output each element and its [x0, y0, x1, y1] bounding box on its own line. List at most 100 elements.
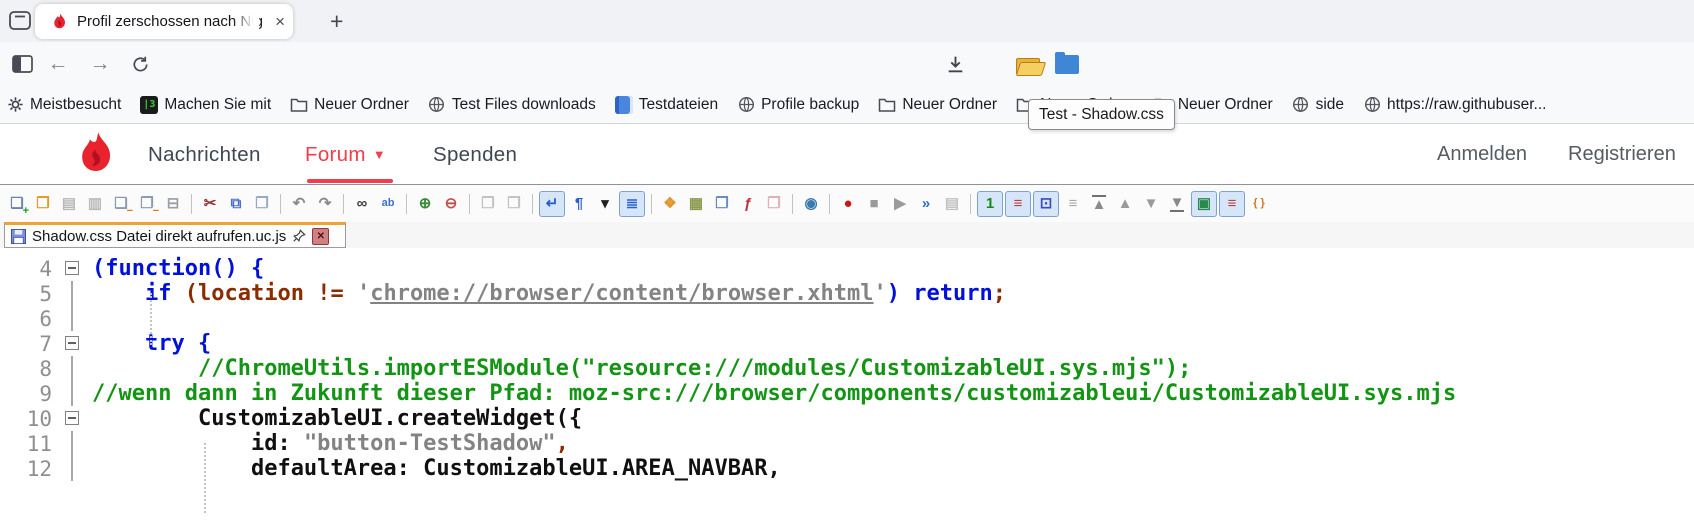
- word-wrap-icon[interactable]: ↵: [539, 191, 565, 217]
- code-token: [92, 356, 198, 381]
- bookmark-all-icon[interactable]: ⊡: [1033, 191, 1059, 217]
- back-icon[interactable]: ←: [44, 42, 72, 86]
- macro-save-icon[interactable]: ▤: [940, 192, 964, 216]
- new-file-icon[interactable]: ❏+: [5, 192, 29, 216]
- doc-switcher-icon[interactable]: ❖: [658, 192, 682, 216]
- code-line[interactable]: 12 defaultArea: CustomizableUI.AREA_NAVB…: [0, 456, 1694, 481]
- code-token: [185, 331, 198, 356]
- json-viewer-icon[interactable]: { }: [1247, 192, 1271, 216]
- replace-icon[interactable]: ab: [376, 192, 400, 216]
- code-editor[interactable]: 4(function() {5 if (location != 'chrome:…: [0, 248, 1694, 521]
- restore-layout-icon[interactable]: ❐: [476, 192, 500, 216]
- site-nav-forum[interactable]: Forum ▼: [305, 125, 386, 184]
- show-all-characters-icon[interactable]: ¶: [567, 192, 591, 216]
- tab-close-icon[interactable]: ×: [275, 13, 285, 30]
- download-icon[interactable]: [940, 42, 970, 86]
- restore-layout-2-icon[interactable]: ❐: [502, 192, 526, 216]
- goto-next-icon[interactable]: ▼: [1139, 192, 1163, 216]
- close-all-badge: −: [153, 206, 159, 217]
- code-line[interactable]: 7 try {: [0, 331, 1694, 356]
- file-monitoring-icon[interactable]: ◉: [799, 192, 823, 216]
- zoom-in-icon[interactable]: ⊕: [413, 192, 437, 216]
- code-token: ': [874, 281, 887, 306]
- code-line[interactable]: 8 //ChromeUtils.importESModule("resource…: [0, 356, 1694, 381]
- line-number: 10: [0, 407, 52, 431]
- bookmark-clear-icon[interactable]: ≡: [1061, 192, 1085, 216]
- bookmark-item[interactable]: Test Files downloads: [428, 96, 596, 114]
- sidebar-icon[interactable]: [8, 42, 36, 86]
- close-all-icon[interactable]: ❐−: [135, 192, 159, 216]
- editor-tab-close-icon[interactable]: ✕: [312, 228, 329, 245]
- bookmark-item[interactable]: Testdateien: [615, 96, 718, 114]
- code-line[interactable]: 11 id: "button-TestShadow",: [0, 431, 1694, 456]
- macro-record-icon[interactable]: ●: [836, 192, 860, 216]
- folder-blue-icon[interactable]: [1052, 42, 1082, 86]
- replace-glyph: ab: [382, 198, 395, 209]
- ledger-open-icon[interactable]: ▣: [1191, 191, 1217, 217]
- open-file-icon[interactable]: ❒: [31, 192, 55, 216]
- bookmark-item[interactable]: https://raw.githubuser...: [1363, 96, 1546, 114]
- code-line[interactable]: 5 if (location != 'chrome://browser/cont…: [0, 281, 1694, 306]
- pin-icon[interactable]: [292, 229, 306, 243]
- code-token: [92, 281, 145, 306]
- goto-first-icon[interactable]: ▲: [1087, 192, 1111, 216]
- folder-open-icon[interactable]: [1014, 42, 1044, 86]
- redo-icon[interactable]: ↷: [313, 192, 337, 216]
- ledger-diff-icon[interactable]: ≡: [1219, 191, 1245, 217]
- bookmark-item[interactable]: Meistbesucht: [6, 96, 121, 114]
- doc-list-icon[interactable]: ❐: [710, 192, 734, 216]
- bookmark-item[interactable]: side: [1292, 96, 1344, 114]
- macro-stop-icon[interactable]: ■: [862, 192, 886, 216]
- zoom-out-icon[interactable]: ⊖: [439, 192, 463, 216]
- goto-prev-icon[interactable]: ▲: [1113, 192, 1137, 216]
- bookmark-line-glyph: 1: [986, 196, 994, 211]
- toolbar-separator: [532, 194, 533, 214]
- indent-guide-glyph: ≣: [626, 196, 639, 211]
- bookmark-line-icon[interactable]: 1: [977, 191, 1003, 217]
- print-icon[interactable]: ⊟: [161, 192, 185, 216]
- bookmark-item[interactable]: Neuer Ordner: [878, 96, 997, 114]
- save-all-icon[interactable]: ▥: [83, 192, 107, 216]
- forward-icon[interactable]: →: [86, 42, 114, 86]
- zoom-out-glyph: ⊖: [445, 196, 458, 211]
- bookmark-toggle-icon[interactable]: ≡: [1005, 191, 1031, 217]
- fold-collapse-icon[interactable]: [52, 256, 92, 281]
- bookmark-item[interactable]: Profile backup: [737, 96, 859, 114]
- editor-tab[interactable]: Shadow.css Datei direkt aufrufen.uc.js ✕: [4, 222, 346, 248]
- function-list-icon[interactable]: ƒ: [736, 192, 760, 216]
- new-tab-button[interactable]: +: [330, 8, 343, 35]
- cut-icon[interactable]: ✂: [198, 192, 222, 216]
- site-flame-logo[interactable]: [78, 131, 116, 178]
- goto-last-icon[interactable]: ▼: [1165, 192, 1189, 216]
- login-link[interactable]: Anmelden: [1437, 125, 1527, 184]
- undo-glyph: ↶: [293, 196, 306, 211]
- fold-collapse-icon[interactable]: [52, 406, 92, 431]
- firefox-view-icon[interactable]: [8, 10, 32, 32]
- undo-icon[interactable]: ↶: [287, 192, 311, 216]
- macro-play-icon[interactable]: ▶: [888, 192, 912, 216]
- reload-icon[interactable]: [126, 42, 154, 86]
- close-file-icon[interactable]: ❏−: [109, 192, 133, 216]
- site-nav-nachrichten[interactable]: Nachrichten: [148, 125, 261, 184]
- code-line[interactable]: 6: [0, 306, 1694, 331]
- code-line[interactable]: 10 CustomizableUI.createWidget({: [0, 406, 1694, 431]
- find-icon[interactable]: ∞: [350, 192, 374, 216]
- browser-tab[interactable]: Profil zerschossen nach Nig ×: [35, 4, 293, 39]
- folder-as-workspace-icon[interactable]: ❒: [762, 192, 786, 216]
- register-link[interactable]: Registrieren: [1568, 125, 1676, 184]
- document-map-icon[interactable]: ▦: [684, 192, 708, 216]
- code-line[interactable]: 4(function() {: [0, 256, 1694, 281]
- bookmark-item[interactable]: |3Machen Sie mit: [140, 96, 271, 114]
- site-nav-spenden[interactable]: Spenden: [433, 125, 517, 184]
- code-line[interactable]: 9//wenn dann in Zukunft dieser Pfad: moz…: [0, 381, 1694, 406]
- dropdown-caret-icon[interactable]: ▾: [593, 192, 617, 216]
- code-token: [92, 431, 251, 456]
- indent-guide-icon[interactable]: ≣: [619, 191, 645, 217]
- fold-collapse-icon[interactable]: [52, 331, 92, 356]
- bookmark-item[interactable]: Neuer Ordner: [290, 96, 409, 114]
- paste-icon[interactable]: ❐: [250, 192, 274, 216]
- save-icon[interactable]: ▤: [57, 192, 81, 216]
- copy-icon[interactable]: ⧉: [224, 192, 248, 216]
- line-number: 4: [0, 257, 52, 281]
- macro-run-multiple-icon[interactable]: »: [914, 192, 938, 216]
